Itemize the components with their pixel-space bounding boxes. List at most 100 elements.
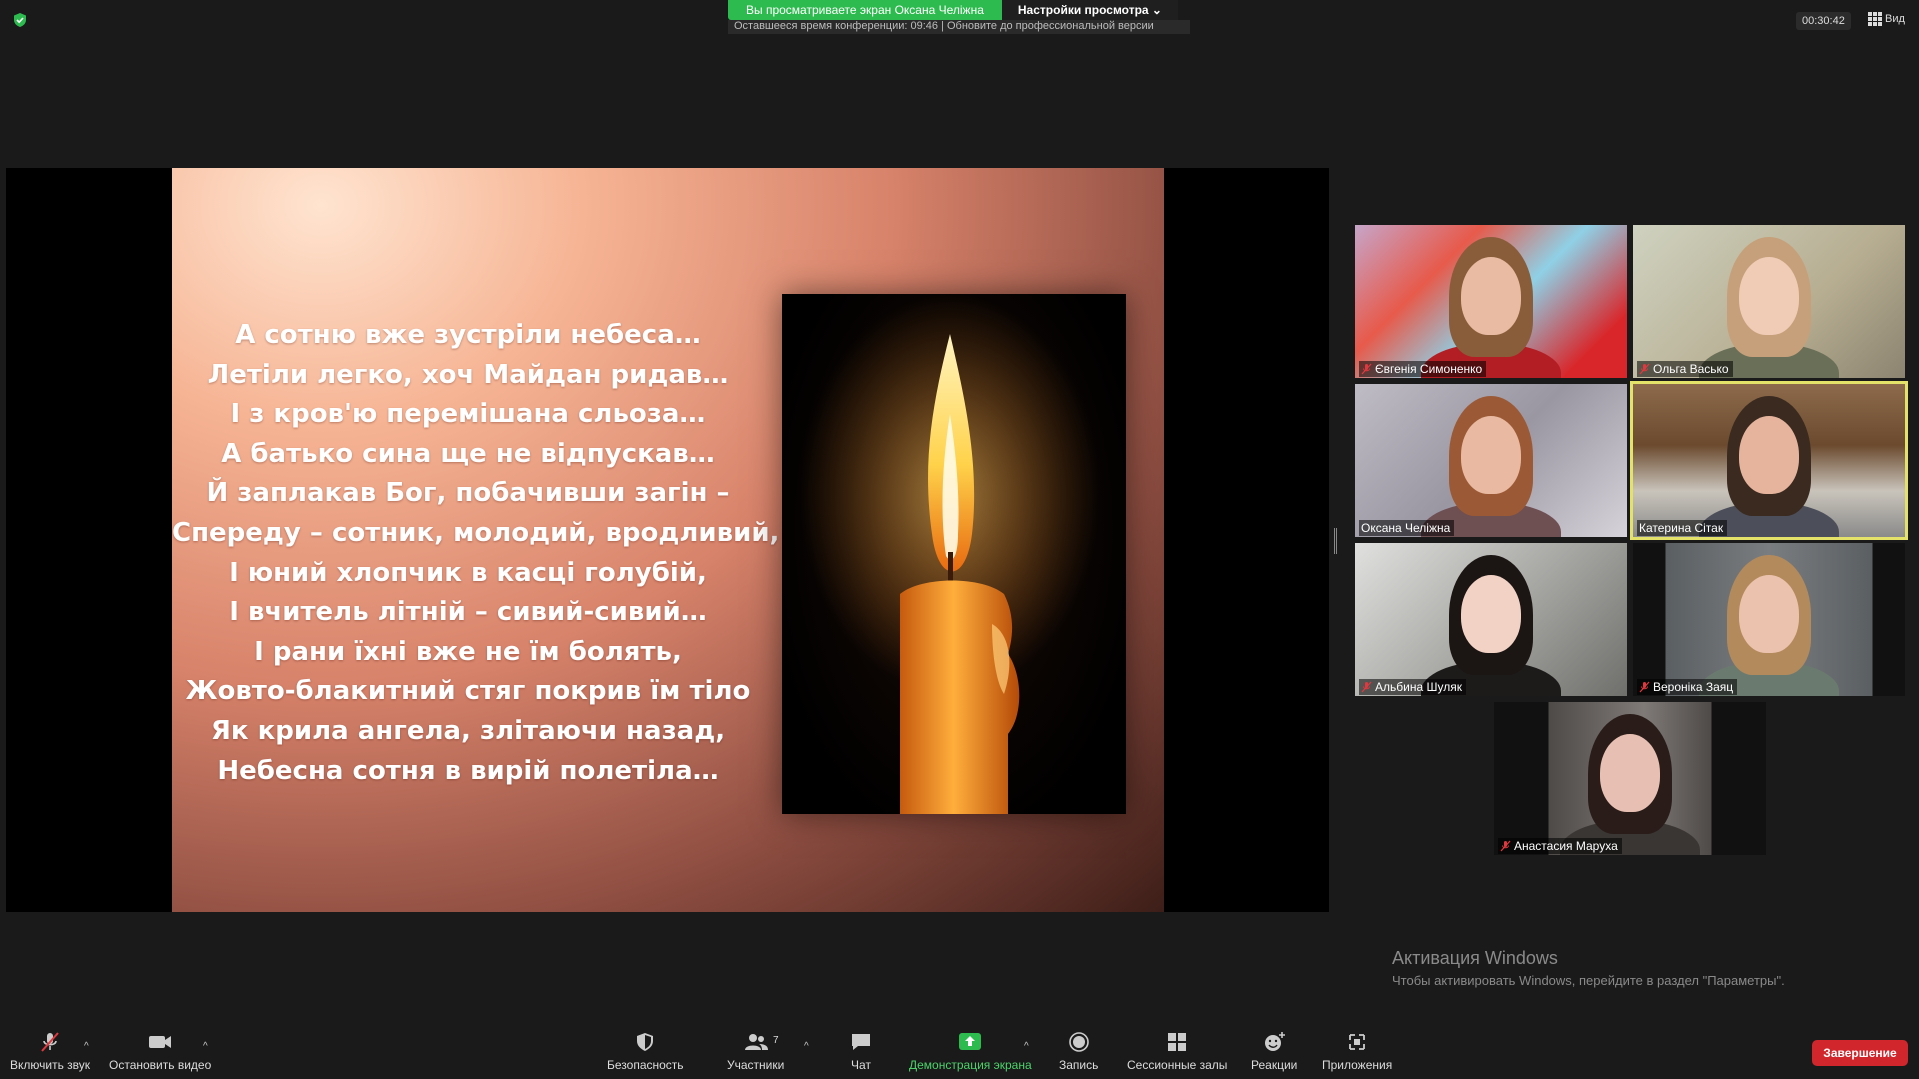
participant-tile[interactable]: Анастасия Маруха bbox=[1494, 702, 1766, 855]
participants-label: Участники bbox=[727, 1058, 785, 1072]
participant-name: Вероніка Заяц bbox=[1653, 680, 1734, 694]
breakout-rooms-button[interactable]: Сессионные залы bbox=[1127, 1031, 1227, 1072]
share-screen-label: Демонстрация экрана bbox=[909, 1058, 1032, 1072]
audio-options-caret[interactable]: ^ bbox=[84, 1041, 89, 1052]
apps-label: Приложения bbox=[1322, 1058, 1393, 1072]
poem-line: Й заплакав Бог, побачивши загін – bbox=[206, 478, 730, 509]
participant-video-face bbox=[1739, 257, 1799, 335]
poem-line: Спереду – сотник, молодий, вродливий, bbox=[172, 517, 780, 548]
participants-count: 7 bbox=[773, 1035, 779, 1046]
grid-view-icon bbox=[1868, 12, 1882, 26]
poem-line: І юний хлопчик в касці голубій, bbox=[229, 557, 707, 588]
participants-options-caret[interactable]: ^ bbox=[804, 1041, 809, 1052]
watermark-title: Активация Windows bbox=[1392, 948, 1558, 968]
participant-tile[interactable]: Вероніка Заяц bbox=[1633, 543, 1905, 696]
microphone-muted-icon bbox=[1639, 681, 1650, 693]
security-button[interactable]: Безопасность bbox=[607, 1031, 684, 1072]
stop-video-button[interactable]: Остановить видео bbox=[109, 1031, 211, 1072]
participant-name-label: Альбина Шуляк bbox=[1359, 679, 1466, 695]
breakout-rooms-icon bbox=[1168, 1033, 1187, 1051]
participant-name: Оксана Челіжна bbox=[1361, 521, 1451, 535]
participant-video-face bbox=[1461, 257, 1521, 335]
poem-line: А сотню вже зустріли небеса… bbox=[235, 320, 701, 350]
microphone-muted-icon bbox=[41, 1032, 59, 1052]
share-banner: Вы просматриваете экран Оксана Челіжна Н… bbox=[728, 0, 1190, 34]
participant-name-label: Ольга Васько bbox=[1637, 361, 1733, 377]
poem-line: І рани їхні вже не їм болять, bbox=[254, 636, 682, 667]
breakout-rooms-label: Сессионные залы bbox=[1127, 1058, 1228, 1072]
apps-icon bbox=[1349, 1034, 1366, 1050]
end-meeting-button[interactable]: Завершение bbox=[1812, 1040, 1908, 1066]
poem-text: А сотню вже зустріли небеса… Летіли легко… bbox=[172, 316, 780, 791]
shared-screen[interactable]: А сотню вже зустріли небеса… Летіли легко… bbox=[6, 168, 1329, 912]
candle-icon bbox=[800, 294, 1100, 814]
meeting-toolbar: Включить звук ^ Остановить видео ^ Безоп… bbox=[0, 1025, 1919, 1079]
poem-line: І вчитель літній – сивий-сивий… bbox=[229, 597, 707, 628]
shield-check-icon[interactable] bbox=[12, 12, 28, 28]
participant-name-label: Оксана Челіжна bbox=[1359, 520, 1455, 536]
participant-name-label: Катерина Сітак bbox=[1637, 520, 1728, 536]
record-icon bbox=[1068, 1032, 1089, 1052]
share-options-caret[interactable]: ^ bbox=[1024, 1041, 1029, 1052]
participant-video-face bbox=[1739, 575, 1799, 653]
poem-line: А батько сина ще не відпускав… bbox=[221, 438, 715, 469]
participant-video-face bbox=[1600, 734, 1660, 812]
smiley-add-icon bbox=[1265, 1032, 1286, 1051]
participant-tile[interactable]: Ольга Васько bbox=[1633, 225, 1905, 378]
remaining-time-notice[interactable]: Оставшееся время конференции: 09:46 | Об… bbox=[728, 20, 1190, 34]
stop-video-label: Остановить видео bbox=[109, 1058, 212, 1072]
participant-tile[interactable]: Катерина Сітак bbox=[1630, 381, 1908, 540]
presentation-slide: А сотню вже зустріли небеса… Летіли легко… bbox=[172, 168, 1164, 912]
participant-name-label: Вероніка Заяц bbox=[1637, 679, 1738, 695]
record-button[interactable]: Запись bbox=[1059, 1031, 1098, 1072]
poem-line: Небесна сотня в вирій полетіла… bbox=[217, 755, 719, 786]
participant-name-label: Євгенія Симоненко bbox=[1359, 361, 1487, 377]
participant-name-label: Анастасия Маруха bbox=[1498, 838, 1622, 854]
participant-tile[interactable]: Альбина Шуляк bbox=[1355, 543, 1627, 696]
viewing-screen-label: Вы просматриваете экран Оксана Челіжна bbox=[728, 0, 1002, 20]
participant-name: Анастасия Маруха bbox=[1514, 839, 1618, 853]
windows-activation-watermark: Активация Windows Чтобы активировать Win… bbox=[1392, 948, 1785, 988]
microphone-muted-icon bbox=[1500, 840, 1511, 852]
watermark-subtitle: Чтобы активировать Windows, перейдите в … bbox=[1392, 973, 1785, 988]
security-label: Безопасность bbox=[607, 1058, 684, 1072]
unmute-button[interactable]: Включить звук bbox=[10, 1031, 90, 1072]
reactions-button[interactable]: Реакции bbox=[1251, 1031, 1297, 1072]
shield-icon bbox=[637, 1033, 654, 1051]
chat-bubble-icon bbox=[852, 1034, 870, 1050]
microphone-muted-icon bbox=[1361, 363, 1372, 375]
participant-name: Євгенія Симоненко bbox=[1375, 362, 1483, 376]
chat-button[interactable]: Чат bbox=[848, 1031, 874, 1072]
view-button[interactable]: Вид bbox=[1868, 12, 1905, 26]
poem-line: І з кров'ю перемішана сльоза… bbox=[230, 399, 706, 430]
panel-resize-handle[interactable] bbox=[1334, 528, 1337, 554]
share-screen-button[interactable]: Демонстрация экрана bbox=[909, 1031, 1032, 1072]
apps-button[interactable]: Приложения bbox=[1322, 1031, 1392, 1072]
participant-video-face bbox=[1461, 575, 1521, 653]
share-screen-icon bbox=[959, 1033, 982, 1050]
video-camera-icon bbox=[149, 1036, 172, 1048]
candle-image bbox=[782, 294, 1126, 814]
poem-line: Як крила ангела, злітаючи назад, bbox=[210, 715, 726, 746]
reactions-label: Реакции bbox=[1251, 1058, 1298, 1072]
chat-label: Чат bbox=[851, 1058, 871, 1072]
participant-video-face bbox=[1461, 416, 1521, 494]
participant-name: Катерина Сітак bbox=[1639, 521, 1724, 535]
participant-video-face bbox=[1739, 416, 1799, 494]
view-settings-button[interactable]: Настройки просмотра ⌄ bbox=[1001, 0, 1178, 20]
record-label: Запись bbox=[1059, 1058, 1099, 1072]
meeting-timer: 00:30:42 bbox=[1796, 12, 1851, 30]
participant-name: Альбина Шуляк bbox=[1375, 680, 1462, 694]
unmute-label: Включить звук bbox=[10, 1058, 91, 1072]
zoom-window: Вы просматриваете экран Оксана Челіжна Н… bbox=[0, 0, 1919, 1079]
participant-tile[interactable]: Євгенія Симоненко bbox=[1355, 225, 1627, 378]
participant-tile[interactable]: Оксана Челіжна bbox=[1355, 384, 1627, 537]
microphone-muted-icon bbox=[1639, 363, 1650, 375]
video-options-caret[interactable]: ^ bbox=[203, 1041, 208, 1052]
view-label: Вид bbox=[1885, 13, 1905, 25]
poem-line: Летіли легко, хоч Майдан ридав… bbox=[207, 359, 729, 390]
participant-name: Ольга Васько bbox=[1653, 362, 1729, 376]
poem-line: Жовто-блакитний стяг покрив їм тіло bbox=[185, 676, 751, 707]
participants-icon bbox=[744, 1034, 768, 1050]
microphone-muted-icon bbox=[1361, 681, 1372, 693]
